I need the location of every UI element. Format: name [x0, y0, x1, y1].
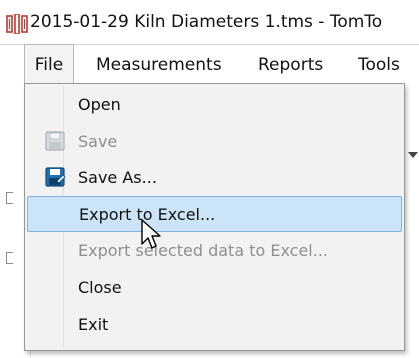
menu-item-label: Save As... [78, 168, 157, 187]
menu-item-label: Exit [78, 315, 109, 334]
menu-item-label: Open [78, 95, 121, 114]
menu-item-label: Export selected data to Excel... [78, 241, 328, 260]
menu-item-save[interactable]: Save [27, 124, 402, 160]
menu-item-label: Close [78, 278, 122, 297]
menu-item-open[interactable]: Open [27, 87, 402, 123]
menu-bar: File Measurements Reports Tools [0, 44, 419, 85]
menu-reports[interactable]: Reports [258, 45, 323, 85]
menu-item-export-to-excel[interactable]: Export to Excel... [27, 196, 402, 232]
menu-item-export-selected-to-excel[interactable]: Export selected data to Excel... [27, 233, 402, 269]
background-bracket [6, 192, 13, 204]
title-bar: 2015-01-29 Kiln Diameters 1.tms - TomTo [0, 0, 419, 44]
background-bracket [6, 252, 13, 264]
menu-item-label: Save [78, 132, 118, 151]
file-dropdown-menu: Open Save Save As... Export to Excel... … [24, 83, 405, 351]
floppy-disk-icon [45, 131, 65, 151]
app-icon [6, 14, 28, 34]
chevron-down-icon[interactable] [408, 152, 418, 158]
window-title: 2015-01-29 Kiln Diameters 1.tms - TomTo [30, 12, 383, 32]
save-as-icon [45, 167, 66, 187]
menu-measurements[interactable]: Measurements [96, 45, 222, 85]
menu-item-save-as[interactable]: Save As... [27, 160, 402, 196]
menu-tools[interactable]: Tools [358, 45, 400, 85]
menu-item-exit[interactable]: Exit [27, 307, 402, 343]
menu-file[interactable]: File [24, 44, 74, 84]
menu-item-close[interactable]: Close [27, 270, 402, 306]
mouse-cursor-icon [141, 219, 161, 249]
background-panel-right [404, 84, 419, 358]
